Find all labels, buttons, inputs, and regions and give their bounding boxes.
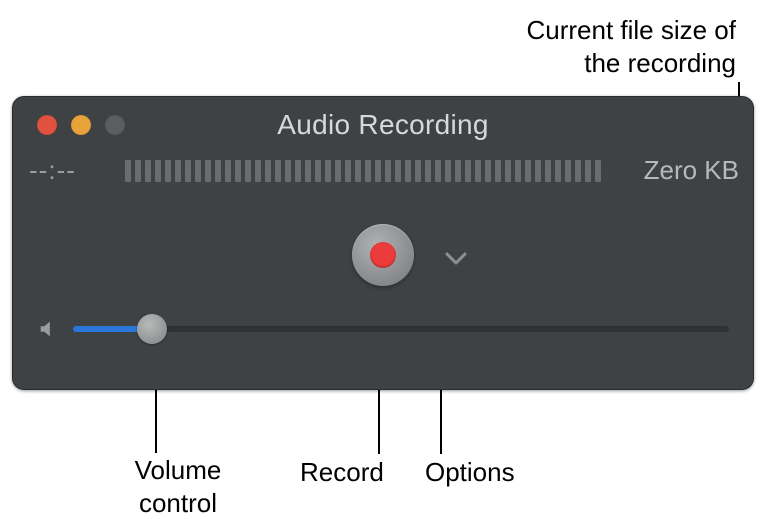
level-segment <box>225 160 231 182</box>
level-segment <box>375 160 381 182</box>
controls-row <box>29 220 737 290</box>
volume-row <box>29 318 737 340</box>
level-segment <box>365 160 371 182</box>
options-button[interactable] <box>431 238 459 266</box>
level-segment <box>165 160 171 182</box>
level-segment <box>335 160 341 182</box>
volume-slider[interactable] <box>73 326 729 332</box>
level-segment <box>315 160 321 182</box>
level-segment <box>525 160 531 182</box>
level-segment <box>385 160 391 182</box>
level-segment <box>455 160 461 182</box>
info-row: --:-- Zero KB <box>29 155 737 186</box>
level-segment <box>235 160 241 182</box>
minimize-button[interactable] <box>71 115 91 135</box>
level-segment <box>275 160 281 182</box>
level-segment <box>255 160 261 182</box>
level-segment <box>515 160 521 182</box>
level-segment <box>325 160 331 182</box>
elapsed-time: --:-- <box>29 155 107 186</box>
window-controls <box>37 115 125 135</box>
level-segment <box>415 160 421 182</box>
level-segment <box>215 160 221 182</box>
record-icon <box>370 242 396 268</box>
level-segment <box>595 160 601 182</box>
level-segment <box>565 160 571 182</box>
level-segment <box>145 160 151 182</box>
audio-level-meter <box>125 159 601 183</box>
file-size-label: Zero KB <box>619 155 739 186</box>
level-segment <box>405 160 411 182</box>
level-segment <box>285 160 291 182</box>
level-segment <box>295 160 301 182</box>
record-button[interactable] <box>352 224 414 286</box>
level-segment <box>465 160 471 182</box>
level-segment <box>535 160 541 182</box>
level-segment <box>445 160 451 182</box>
level-segment <box>125 160 131 182</box>
volume-slider-thumb[interactable] <box>137 314 167 344</box>
close-button[interactable] <box>37 115 57 135</box>
maximize-button <box>105 115 125 135</box>
level-segment <box>485 160 491 182</box>
level-segment <box>555 160 561 182</box>
annotation-record: Record <box>300 456 400 489</box>
level-segment <box>395 160 401 182</box>
level-segment <box>175 160 181 182</box>
level-segment <box>305 160 311 182</box>
audio-recording-window: Audio Recording --:-- Zero KB <box>12 96 754 390</box>
window-title: Audio Recording <box>29 109 737 141</box>
level-segment <box>195 160 201 182</box>
level-segment <box>355 160 361 182</box>
level-segment <box>495 160 501 182</box>
level-segment <box>475 160 481 182</box>
level-segment <box>435 160 441 182</box>
annotation-file-size: Current file size ofthe recording <box>526 14 736 79</box>
annotation-volume: Volumecontrol <box>118 454 238 503</box>
level-segment <box>585 160 591 182</box>
level-segment <box>205 160 211 182</box>
level-segment <box>575 160 581 182</box>
speaker-icon <box>37 318 59 340</box>
level-segment <box>545 160 551 182</box>
level-segment <box>135 160 141 182</box>
titlebar: Audio Recording <box>29 107 737 143</box>
level-segment <box>245 160 251 182</box>
level-segment <box>505 160 511 182</box>
annotation-options: Options <box>425 456 535 489</box>
level-segment <box>185 160 191 182</box>
level-segment <box>155 160 161 182</box>
level-segment <box>345 160 351 182</box>
level-segment <box>265 160 271 182</box>
level-segment <box>425 160 431 182</box>
